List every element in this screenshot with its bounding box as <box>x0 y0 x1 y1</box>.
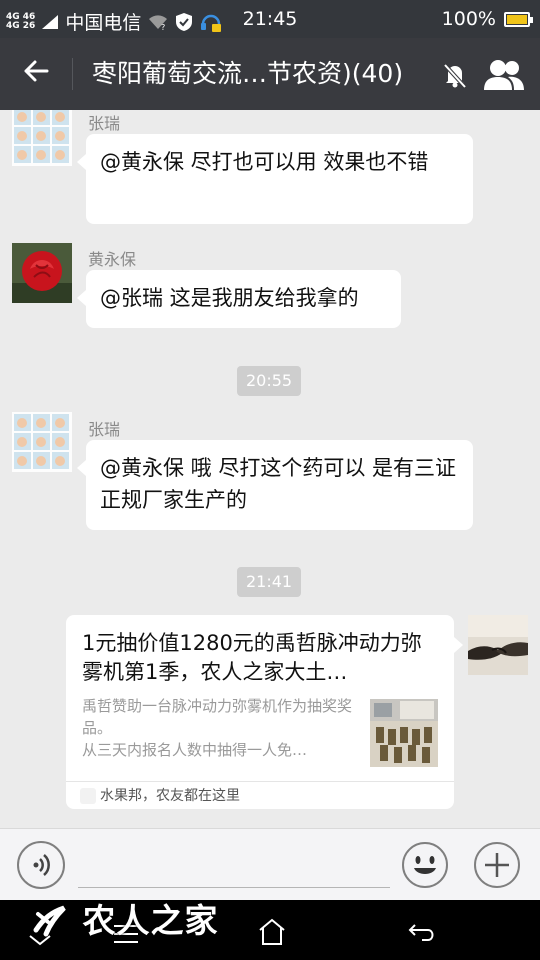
time-divider: 20:55 <box>237 366 302 396</box>
battery-fill <box>507 14 527 24</box>
sender-name: 黄永保 <box>88 250 137 269</box>
battery-percent: 100% <box>441 8 496 30</box>
card-desc-line: 禹哲赞助一台脉冲动力弥雾机作为抽奖奖品。 <box>82 697 353 737</box>
watermark-logo-icon <box>33 905 66 937</box>
avatar[interactable] <box>12 110 72 166</box>
watermark: 农人之家 <box>30 894 219 942</box>
status-bar: 4G 46 4G 26 中国电信 ? 21:45 100% <box>0 0 540 38</box>
sender-name: 张瑞 <box>88 114 121 133</box>
app-source-icon <box>80 788 96 804</box>
group-members-icon <box>484 60 524 90</box>
red-rose-avatar <box>12 243 72 303</box>
chat-title[interactable]: 枣阳葡萄交流…节农资)(40) <box>92 56 403 92</box>
back-button[interactable] <box>18 56 54 92</box>
message-bubble[interactable]: @黄永保 尽打也可以用 效果也不错 <box>77 134 473 224</box>
baby-photo-grid-avatar <box>12 412 72 472</box>
back-arrow-icon <box>24 60 49 82</box>
mute-button[interactable] <box>440 60 470 90</box>
message-bubble[interactable]: @张瑞 这是我朋友给我拿的 <box>77 270 401 328</box>
group-info-button[interactable] <box>482 58 526 92</box>
header-divider <box>72 58 73 90</box>
plus-icon <box>474 842 520 888</box>
emoji-button[interactable] <box>401 841 449 889</box>
input-underline <box>78 887 390 888</box>
self-avatar[interactable] <box>468 615 528 675</box>
shared-link-card[interactable]: 1元抽价值1280元的禹哲脉冲动力弥雾机第1季，农人之家大土… 禹哲赞助一台脉冲… <box>66 615 463 809</box>
home-icon[interactable] <box>252 914 292 948</box>
mute-bell-icon <box>443 63 467 89</box>
avatar[interactable] <box>12 243 72 303</box>
more-button[interactable] <box>473 841 521 889</box>
message-bubble[interactable]: @黄永保 哦 尽打这个药可以 是有三证正规厂家生产的 <box>77 440 473 530</box>
emoji-icon <box>402 842 448 888</box>
time-divider: 21:41 <box>237 567 302 597</box>
card-description: 禹哲赞助一台脉冲动力弥雾机作为抽奖奖品。 从三天内报名人数中抽得一人免… <box>82 695 362 761</box>
chat-header: 枣阳葡萄交流…节农资)(40) <box>0 38 540 110</box>
message-list[interactable]: 张瑞 @黄永保 尽打也可以用 效果也不错 黄永保 @张瑞 这是我朋友给我拿的 2… <box>0 110 540 828</box>
avatar[interactable] <box>12 412 72 472</box>
card-source-label: 水果邦，农友都在这里 <box>100 788 240 804</box>
watermark-text: 农人之家 <box>82 901 219 940</box>
baby-photo-grid-avatar <box>12 110 72 166</box>
message-input[interactable] <box>78 843 390 883</box>
card-thumbnail <box>370 699 438 767</box>
battery-icon <box>504 11 533 27</box>
sender-name: 张瑞 <box>88 420 121 439</box>
back-nav-icon[interactable] <box>400 914 440 948</box>
card-source: 水果邦，农友都在这里 <box>66 781 454 809</box>
card-title: 1元抽价值1280元的禹哲脉冲动力弥雾机第1季，农人之家大土… <box>82 631 422 684</box>
card-desc-line: 从三天内报名人数中抽得一人免… <box>82 741 308 759</box>
voice-button[interactable] <box>17 841 65 889</box>
input-bar <box>0 828 540 900</box>
voice-icon <box>33 854 50 876</box>
sprayer-machines-thumbnail <box>370 699 438 767</box>
handshake-avatar <box>468 615 528 675</box>
